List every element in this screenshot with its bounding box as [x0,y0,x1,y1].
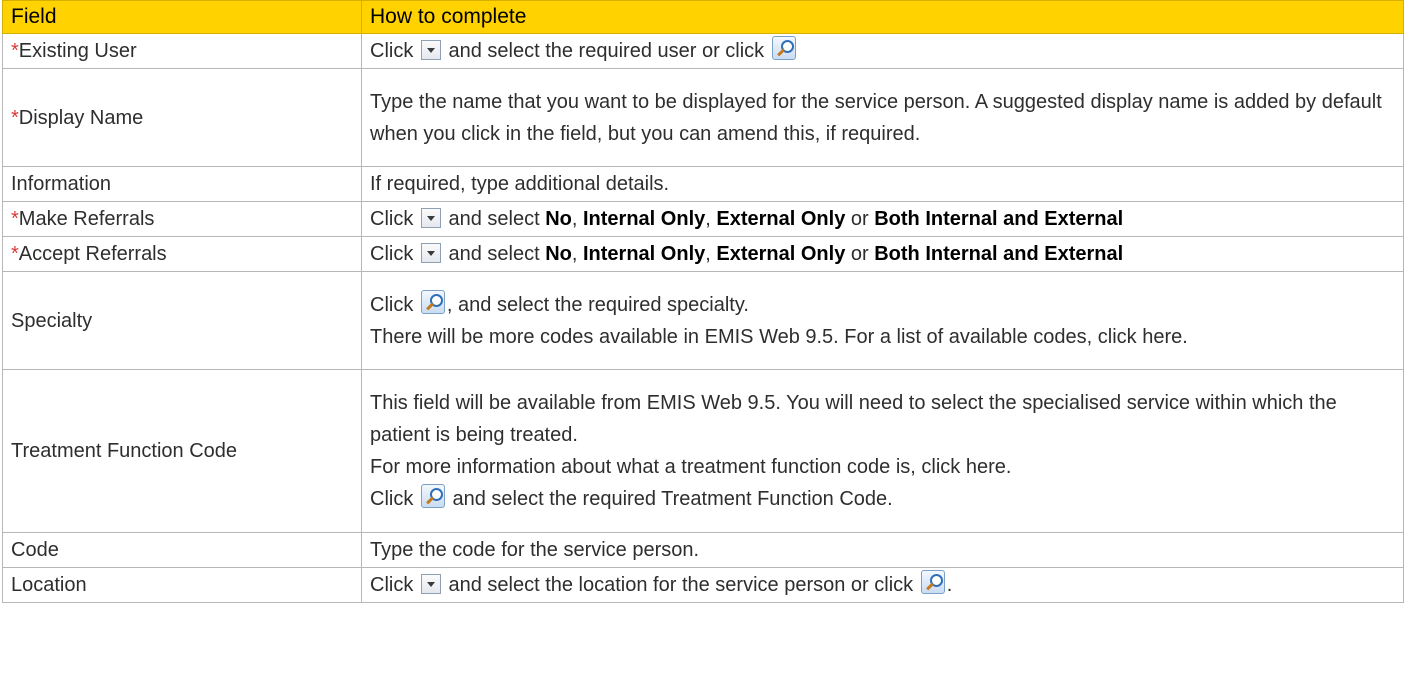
search-magnifier-icon [420,289,445,314]
required-mark: * [11,208,19,230]
instruction-line: Click , and select the required specialt… [370,289,1395,321]
field-cell: Specialty [2,271,362,370]
instruction-cell: Click and select the required user or cl… [361,33,1404,69]
field-cell: *Accept Referrals [2,236,362,272]
search-magnifier-icon [771,36,796,60]
option-label: External Only [716,208,846,230]
instruction-cell: Type the code for the service person. [361,532,1404,568]
field-label: Location [11,574,87,596]
table-row: Specialty Click , and select the require… [2,271,1404,370]
instruction-cell: Click and select No, Internal Only, Exte… [361,236,1404,272]
instruction-text: , and select the required specialty. [446,293,749,316]
separator: , [571,243,578,265]
dropdown-arrow-icon [420,243,441,263]
option-label: External Only [716,243,846,265]
instruction-text: and select the required user or click [448,40,765,62]
field-label: Existing User [18,40,137,62]
table-row: *Make Referrals Click and select No, Int… [2,201,1404,237]
field-label: Accept Referrals [18,243,167,265]
search-magnifier-icon [920,570,945,594]
field-label: Information [11,173,112,195]
instruction-text: and select the required Treatment Functi… [452,488,893,510]
instruction-text: . [946,574,953,596]
table-row: *Accept Referrals Click and select No, I… [2,236,1404,272]
option-label: Internal Only [583,208,706,230]
instruction-cell: Click and select No, Internal Only, Exte… [361,201,1404,237]
instruction-text: Click [370,488,414,510]
separator: , [571,208,578,230]
option-label: No [545,243,572,265]
header-how-to-complete: How to complete [361,0,1404,34]
instruction-text: Click [370,243,414,265]
field-cell: *Display Name [2,68,362,167]
field-label: Make Referrals [18,208,155,230]
field-cell: *Make Referrals [2,201,362,237]
instruction-cell: Click and select the location for the se… [361,567,1404,603]
instruction-cell: This field will be available from EMIS W… [361,369,1404,533]
option-label: Both Internal and External [874,208,1124,230]
instruction-text: Click [370,208,414,230]
table-row: *Display Name Type the name that you wan… [2,68,1404,167]
required-mark: * [11,243,19,265]
field-label: Specialty [11,309,93,332]
field-cell: *Existing User [2,33,362,69]
instruction-cell: Type the name that you want to be displa… [361,68,1404,167]
instruction-text: or [850,208,869,230]
instruction-text: and select [448,208,540,230]
field-label: Treatment Function Code [11,440,238,462]
option-label: Internal Only [583,243,706,265]
table-row: Treatment Function Code This field will … [2,369,1404,533]
instruction-cell: If required, type additional details. [361,166,1404,202]
field-label: Code [11,539,59,561]
table-row: *Existing User Click and select the requ… [2,33,1404,69]
dropdown-arrow-icon [420,574,441,594]
instruction-text: and select [448,243,540,265]
field-cell: Treatment Function Code [2,369,362,533]
option-label: Both Internal and External [874,243,1124,265]
instruction-text: Click [370,574,414,596]
search-magnifier-icon [420,484,445,508]
option-label: No [545,208,572,230]
dropdown-arrow-icon [420,40,441,60]
instruction-cell: Click , and select the required specialt… [361,271,1404,370]
instruction-line: Click and select the required Treatment … [370,483,1395,515]
instruction-line: For more information about what a treatm… [370,456,1012,478]
instruction-text: and select the location for the service … [448,574,914,596]
required-mark: * [11,40,19,62]
field-cell: Location [2,567,362,603]
instruction-text: Click [370,40,414,62]
instruction-line: There will be more codes available in EM… [370,325,1188,348]
field-label: Display Name [18,106,144,129]
table-row: Information If required, type additional… [2,166,1404,202]
separator: , [705,243,711,265]
separator: , [705,208,711,230]
required-mark: * [11,106,19,129]
instruction-text: or [850,243,869,265]
table-row: Code Type the code for the service perso… [2,532,1404,568]
table-header-row: Field How to complete [2,0,1404,34]
instruction-line: This field will be available from EMIS W… [370,392,1337,446]
field-help-table: Field How to complete *Existing User Cli… [2,0,1404,603]
field-cell: Code [2,532,362,568]
field-cell: Information [2,166,362,202]
instruction-text: Click [370,293,414,316]
header-field: Field [2,0,362,34]
table-row: Location Click and select the location f… [2,567,1404,603]
dropdown-arrow-icon [420,208,441,228]
